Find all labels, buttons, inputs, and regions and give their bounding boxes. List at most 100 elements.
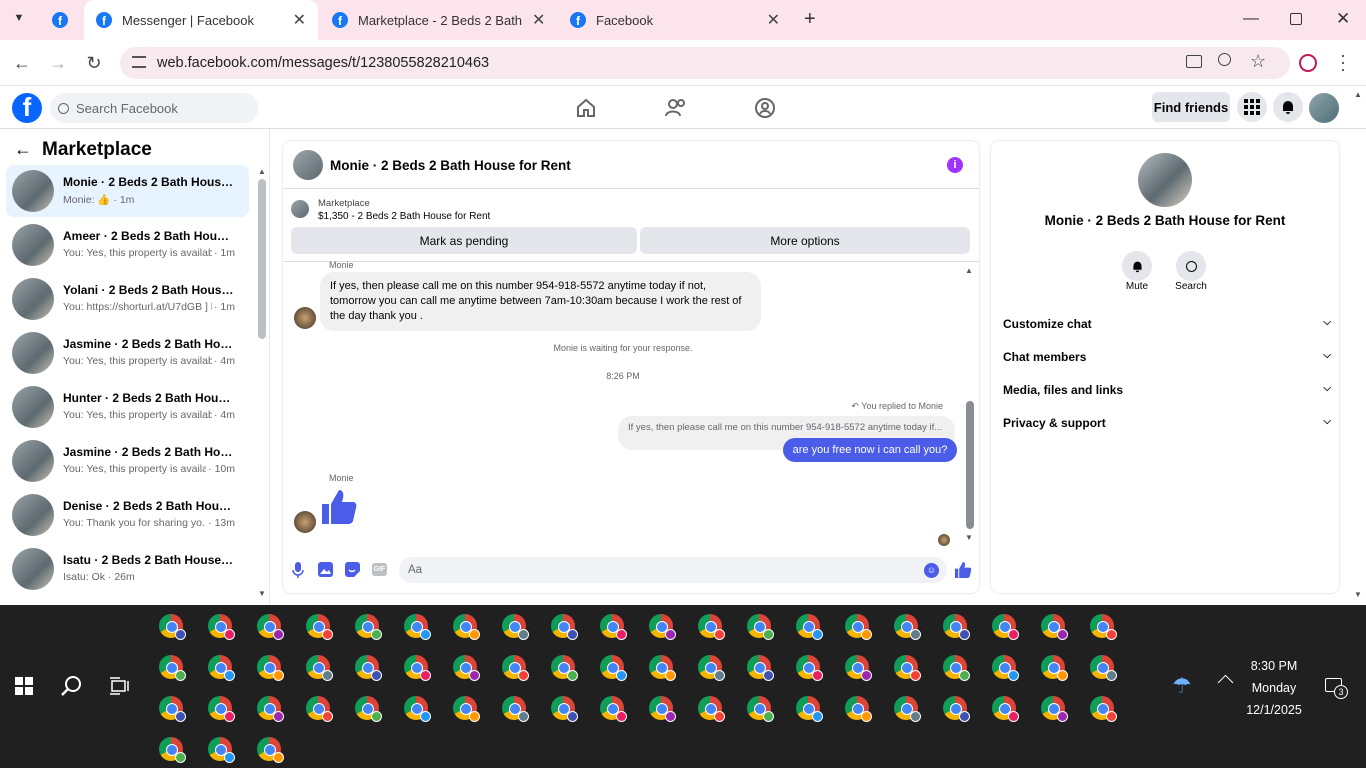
chrome-profile-app-icon[interactable] xyxy=(747,655,774,681)
facebook-search-input[interactable]: Search Facebook xyxy=(50,93,258,123)
chat-list-item[interactable]: Jasmine · 2 Beds 2 Bath House for Rent Yo… xyxy=(6,327,249,379)
install-app-icon[interactable] xyxy=(1186,55,1202,68)
restore-window-button[interactable] xyxy=(1290,13,1302,25)
chrome-profile-app-icon[interactable] xyxy=(404,614,431,640)
chrome-profile-app-icon[interactable] xyxy=(208,737,235,763)
tab-search-chevron-icon[interactable]: ▼ xyxy=(10,12,28,28)
like-button-icon[interactable] xyxy=(954,561,972,579)
chrome-profile-app-icon[interactable] xyxy=(698,655,725,681)
chrome-profile-app-icon[interactable] xyxy=(551,696,578,722)
privacy-support-section[interactable]: Privacy & support ⌵ xyxy=(1003,416,1331,430)
thumbs-up-icon[interactable] xyxy=(320,488,358,526)
mark-as-pending-button[interactable]: Mark as pending xyxy=(291,227,637,254)
chrome-profile-app-icon[interactable] xyxy=(306,614,333,640)
chrome-profile-app-icon[interactable] xyxy=(796,696,823,722)
chrome-profile-app-icon[interactable] xyxy=(502,696,529,722)
chrome-profile-app-icon[interactable] xyxy=(208,696,235,722)
chrome-profile-app-icon[interactable] xyxy=(943,655,970,681)
chrome-profile-app-icon[interactable] xyxy=(502,655,529,681)
listing-thumbnail[interactable] xyxy=(291,200,309,218)
bookmark-star-icon[interactable]: ☆ xyxy=(1250,51,1266,72)
chrome-profile-app-icon[interactable] xyxy=(159,696,186,722)
microphone-icon[interactable] xyxy=(292,562,304,578)
chrome-profile-app-icon[interactable] xyxy=(943,614,970,640)
chat-list-item[interactable]: Jasmine · 2 Beds 2 Bath House for Rent Yo… xyxy=(6,435,249,487)
friends-icon[interactable] xyxy=(663,95,689,121)
customize-chat-section[interactable]: Customize chat ⌵ xyxy=(1003,317,1331,331)
chrome-profile-app-icon[interactable] xyxy=(208,614,235,640)
minimize-window-button[interactable]: — xyxy=(1243,10,1259,28)
chrome-profile-app-icon[interactable] xyxy=(943,696,970,722)
groups-icon[interactable] xyxy=(752,95,778,121)
chat-list-scrollbar[interactable] xyxy=(258,179,266,339)
chrome-profile-app-icon[interactable] xyxy=(404,655,431,681)
tab-facebook[interactable]: f Facebook ✕ xyxy=(558,0,792,40)
chrome-profile-app-icon[interactable] xyxy=(845,696,872,722)
incoming-message[interactable]: If yes, then please call me on this numb… xyxy=(320,272,761,331)
windows-start-icon[interactable] xyxy=(15,677,33,695)
chrome-profile-app-icon[interactable] xyxy=(649,614,676,640)
chrome-profile-app-icon[interactable] xyxy=(894,655,921,681)
message-input[interactable]: Aa xyxy=(399,557,947,583)
chrome-profile-app-icon[interactable] xyxy=(992,696,1019,722)
find-friends-button[interactable]: Find friends xyxy=(1152,92,1230,122)
chrome-profile-app-icon[interactable] xyxy=(404,696,431,722)
facebook-logo-icon[interactable]: f xyxy=(12,93,42,123)
task-view-icon[interactable] xyxy=(110,677,130,695)
emoji-icon[interactable]: ☺ xyxy=(924,563,939,578)
chat-members-section[interactable]: Chat members ⌵ xyxy=(1003,350,1331,364)
scroll-down-icon[interactable]: ▼ xyxy=(965,533,973,542)
messages-scrollbar[interactable] xyxy=(966,401,974,529)
system-tray-chevron-icon[interactable] xyxy=(1217,674,1234,691)
scroll-up-icon[interactable]: ▲ xyxy=(258,167,266,176)
reload-icon[interactable]: ↻ xyxy=(82,51,106,75)
chrome-profile-app-icon[interactable] xyxy=(355,696,382,722)
chrome-profile-app-icon[interactable] xyxy=(1090,696,1117,722)
chrome-profile-app-icon[interactable] xyxy=(600,696,627,722)
chat-list-item[interactable]: Hunter · 2 Beds 2 Bath House for Rent You… xyxy=(6,381,249,433)
contact-profile-avatar[interactable] xyxy=(1138,153,1192,207)
browser-menu-icon[interactable]: · · · xyxy=(1340,46,1346,78)
page-scroll-down-icon[interactable]: ▼ xyxy=(1354,590,1362,599)
contact-avatar[interactable] xyxy=(293,150,323,180)
mute-button[interactable] xyxy=(1122,251,1152,281)
chrome-profile-app-icon[interactable] xyxy=(208,655,235,681)
media-files-links-section[interactable]: Media, files and links ⌵ xyxy=(1003,383,1331,397)
back-arrow-icon[interactable]: ← xyxy=(10,51,34,75)
search-button[interactable] xyxy=(1176,251,1206,281)
chrome-profile-app-icon[interactable] xyxy=(698,696,725,722)
chrome-profile-app-icon[interactable] xyxy=(257,696,284,722)
home-icon[interactable] xyxy=(573,95,599,121)
menu-grid-button[interactable] xyxy=(1237,92,1267,122)
account-avatar[interactable] xyxy=(1309,93,1339,123)
chrome-profile-app-icon[interactable] xyxy=(453,655,480,681)
new-tab-button[interactable]: + xyxy=(804,8,816,31)
chrome-profile-app-icon[interactable] xyxy=(796,655,823,681)
chrome-profile-app-icon[interactable] xyxy=(257,655,284,681)
chrome-profile-app-icon[interactable] xyxy=(159,614,186,640)
listing-title[interactable]: $1,350 - 2 Beds 2 Bath House for Rent xyxy=(318,211,490,222)
sticker-icon[interactable] xyxy=(345,562,360,577)
zoom-icon[interactable] xyxy=(1218,53,1231,66)
chrome-profile-app-icon[interactable] xyxy=(306,655,333,681)
chrome-profile-app-icon[interactable] xyxy=(159,737,186,763)
chrome-profile-app-icon[interactable] xyxy=(1041,696,1068,722)
scroll-down-icon[interactable]: ▼ xyxy=(258,589,266,598)
close-tab-icon[interactable]: ✕ xyxy=(532,10,545,30)
chrome-profile-app-icon[interactable] xyxy=(257,737,284,763)
chrome-profile-app-icon[interactable] xyxy=(502,614,529,640)
info-icon[interactable]: i xyxy=(947,157,963,173)
chrome-profile-app-icon[interactable] xyxy=(747,614,774,640)
chrome-profile-app-icon[interactable] xyxy=(551,614,578,640)
page-scroll-up-icon[interactable]: ▲ xyxy=(1354,90,1362,99)
chat-list-item[interactable]: Isatu · 2 Beds 2 Bath House for Rent Isat… xyxy=(6,543,249,595)
photo-icon[interactable] xyxy=(318,562,333,577)
profile-icon[interactable] xyxy=(1299,54,1317,72)
tab-marketplace[interactable]: f Marketplace - 2 Beds 2 Bath House for … xyxy=(320,0,560,40)
chrome-profile-app-icon[interactable] xyxy=(845,655,872,681)
chrome-profile-app-icon[interactable] xyxy=(992,655,1019,681)
chrome-profile-app-icon[interactable] xyxy=(1041,655,1068,681)
gif-icon[interactable]: GIF xyxy=(372,563,387,576)
back-arrow-icon[interactable]: ← xyxy=(14,139,32,160)
chrome-profile-app-icon[interactable] xyxy=(551,655,578,681)
